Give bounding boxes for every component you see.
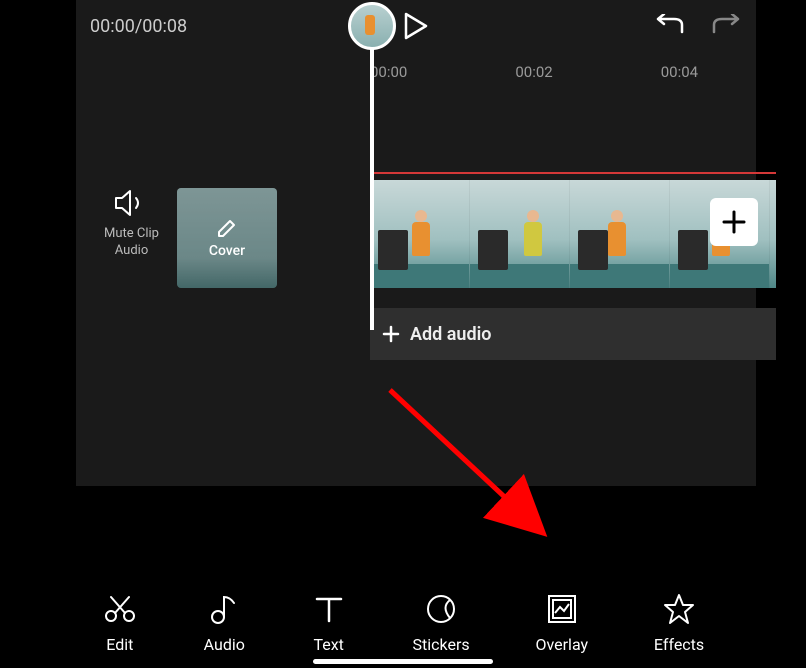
timeline-ruler[interactable]: 00:00 00:02 00:04: [356, 52, 756, 92]
time-display: 00:00/00:08: [90, 16, 187, 37]
play-button[interactable]: [404, 12, 428, 40]
playhead-preview: [348, 2, 396, 50]
toolbar-item-effects[interactable]: Effects: [654, 591, 704, 654]
ruler-tick: 00:02: [515, 63, 552, 81]
toolbar-item-overlay[interactable]: Overlay: [535, 591, 588, 654]
toolbar-item-text[interactable]: Text: [311, 591, 347, 654]
timeline-area: Mute Clip Audio Cover: [76, 110, 756, 410]
toolbar-label: Effects: [654, 635, 704, 654]
plus-icon: [721, 209, 747, 235]
pencil-icon: [216, 217, 238, 239]
cover-button[interactable]: Cover: [177, 188, 277, 288]
playhead[interactable]: [370, 30, 374, 330]
cover-label: Cover: [209, 243, 245, 259]
add-clip-button[interactable]: [710, 198, 758, 246]
bottom-toolbar: Edit Audio Text Stickers: [0, 591, 806, 654]
mute-label: Mute Clip Audio: [104, 226, 159, 260]
undo-button[interactable]: [654, 14, 686, 38]
toolbar-item-edit[interactable]: Edit: [102, 591, 138, 654]
video-frame: [370, 180, 470, 288]
mute-clip-audio-button[interactable]: Mute Clip Audio: [104, 188, 159, 260]
video-editor-app: 00:00/00:08 00:00: [0, 0, 806, 668]
text-icon: [311, 591, 347, 627]
redo-button[interactable]: [710, 14, 742, 38]
toolbar-item-stickers[interactable]: Stickers: [413, 591, 470, 654]
scissors-icon: [102, 591, 138, 627]
overlay-icon: [544, 591, 580, 627]
add-audio-label: Add audio: [410, 324, 491, 345]
sticker-icon: [423, 591, 459, 627]
video-frame: [570, 180, 670, 288]
track-separator: [370, 172, 776, 174]
home-indicator[interactable]: [313, 659, 493, 664]
music-note-icon: [206, 591, 242, 627]
star-icon: [661, 591, 697, 627]
editor-panel: 00:00/00:08 00:00: [76, 0, 756, 486]
redo-icon: [710, 14, 742, 38]
toolbar-label: Edit: [106, 635, 133, 654]
toolbar-item-audio[interactable]: Audio: [204, 591, 245, 654]
play-icon: [404, 12, 428, 40]
video-frame: [470, 180, 570, 288]
ruler-tick: 00:00: [370, 63, 407, 81]
toolbar-label: Text: [313, 635, 343, 654]
undo-icon: [654, 14, 686, 38]
add-audio-track[interactable]: Add audio: [370, 308, 776, 360]
left-controls: Mute Clip Audio Cover: [76, 110, 356, 410]
toolbar-label: Stickers: [413, 635, 470, 654]
plus-icon: [382, 325, 400, 343]
undo-redo-group: [654, 14, 742, 38]
ruler-tick: 00:04: [661, 63, 698, 81]
tracks-column: Add audio: [356, 110, 756, 410]
toolbar-label: Overlay: [535, 635, 588, 654]
speaker-icon: [114, 188, 148, 218]
top-bar: 00:00/00:08: [76, 0, 756, 52]
toolbar-label: Audio: [204, 635, 245, 654]
